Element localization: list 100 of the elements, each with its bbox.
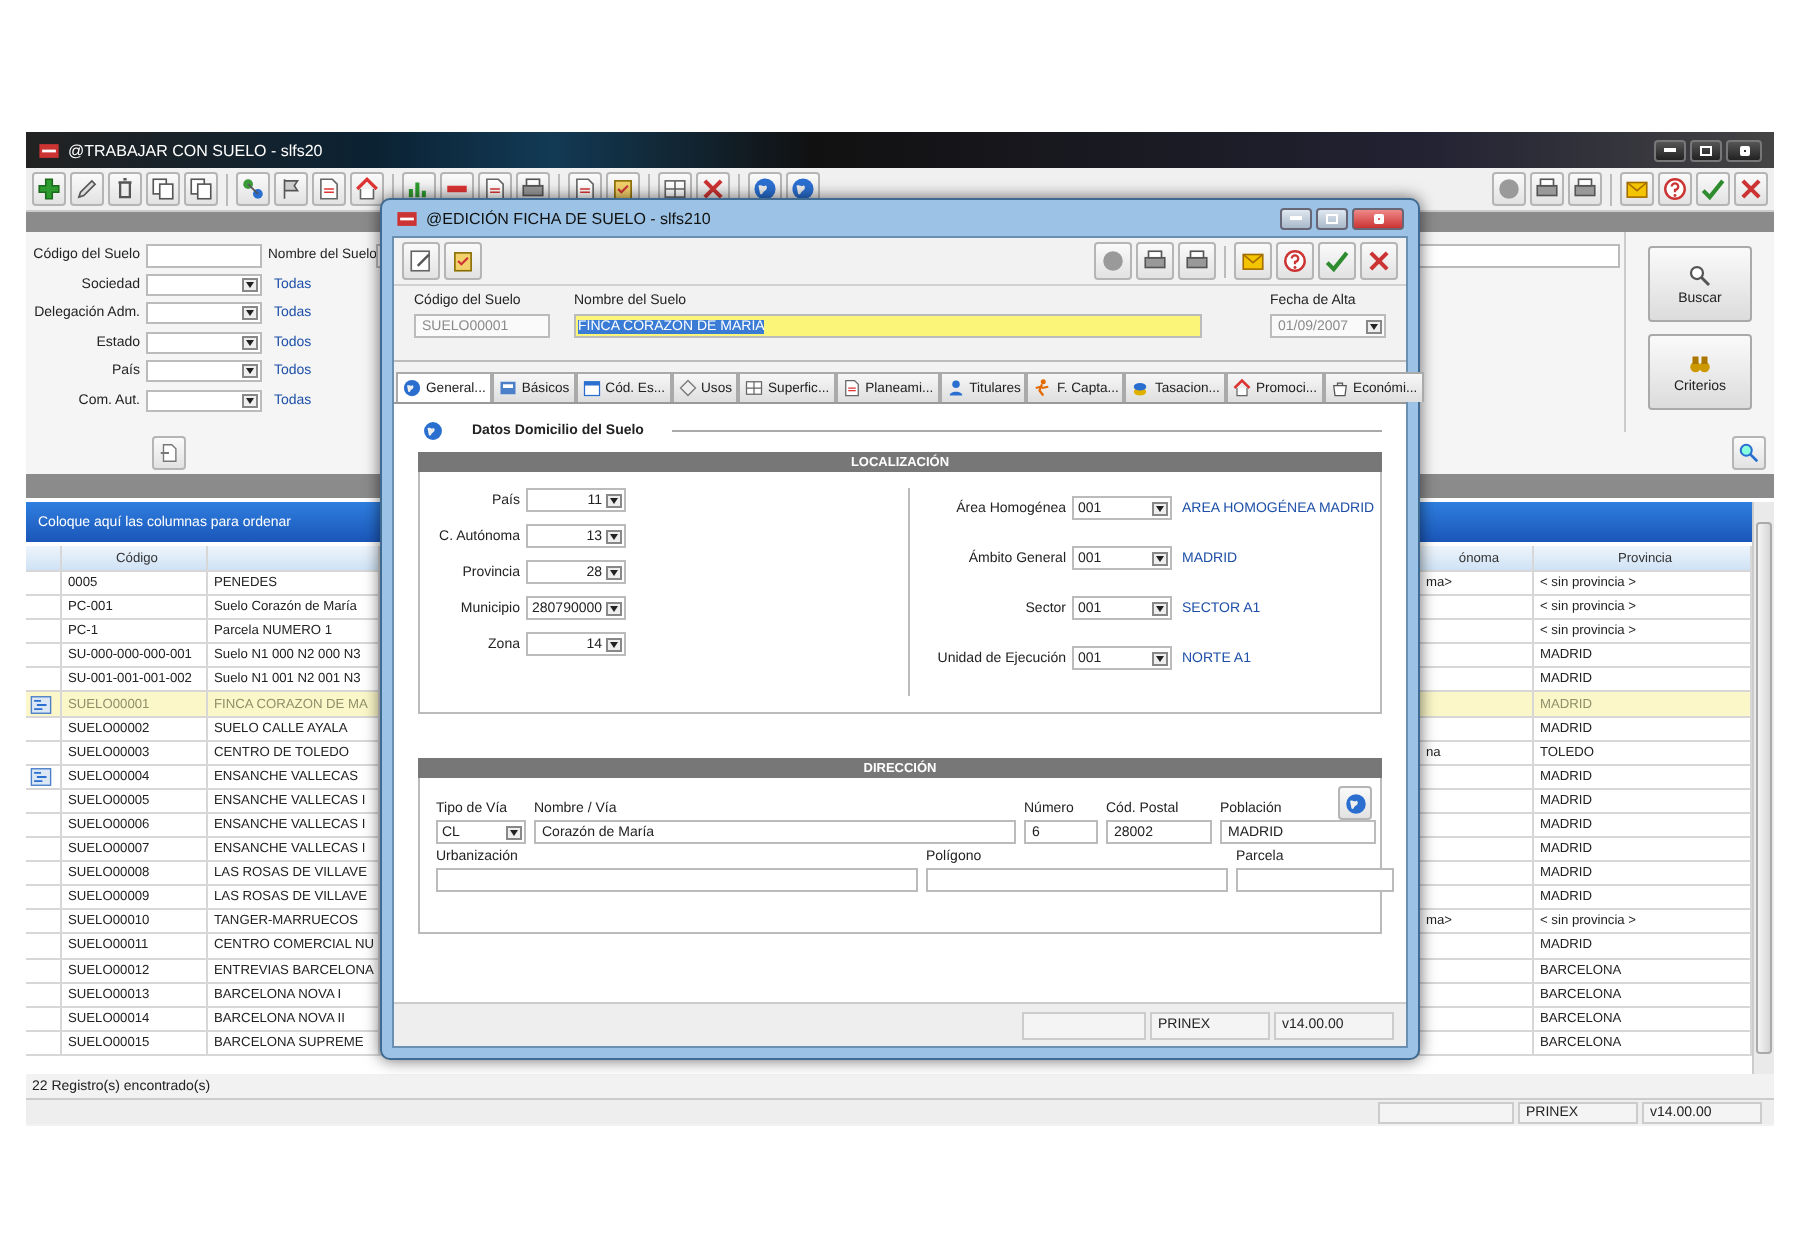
dropdown-arrow-icon xyxy=(606,529,622,543)
house-icon xyxy=(1231,378,1252,398)
clipboard-button[interactable] xyxy=(444,242,482,280)
check-button[interactable] xyxy=(1318,242,1356,280)
nodes-button[interactable] xyxy=(236,172,270,206)
trash-button[interactable] xyxy=(108,172,142,206)
dropdown[interactable] xyxy=(146,273,262,295)
grid-icon xyxy=(662,176,688,202)
dropdown-arrow-icon xyxy=(1152,601,1168,615)
printer-button[interactable] xyxy=(1136,242,1174,280)
check-button[interactable] xyxy=(1696,172,1730,206)
help-icon xyxy=(1662,176,1688,202)
app-icon xyxy=(396,207,418,229)
pencil-icon xyxy=(74,176,100,202)
globe-icon xyxy=(1343,791,1367,815)
dropdown-arrow-icon xyxy=(242,364,258,378)
envelope-button[interactable] xyxy=(1234,242,1272,280)
close-button[interactable] xyxy=(1726,139,1762,161)
coins-icon xyxy=(1130,378,1151,398)
dropdown-arrow-icon xyxy=(1366,319,1382,333)
house-button[interactable] xyxy=(350,172,384,206)
printer-icon xyxy=(1142,248,1168,274)
clipboard-icon xyxy=(450,248,476,274)
edit-button[interactable] xyxy=(402,242,440,280)
dropdown-arrow-icon xyxy=(1152,551,1168,565)
printer-icon xyxy=(1184,248,1210,274)
maximize-button[interactable] xyxy=(1690,139,1722,161)
dropdown-arrow-icon xyxy=(606,565,622,579)
dropdown[interactable] xyxy=(146,302,262,324)
document-icon xyxy=(841,378,862,398)
house-icon xyxy=(354,176,380,202)
grid-icon xyxy=(744,378,765,398)
status-panel xyxy=(1022,1011,1146,1039)
plus-button[interactable] xyxy=(32,172,66,206)
page-icon xyxy=(158,442,180,464)
copy-icon xyxy=(150,176,176,202)
minimize-button[interactable] xyxy=(1654,139,1686,161)
printer-button[interactable] xyxy=(1530,172,1564,206)
help-button[interactable] xyxy=(1276,242,1314,280)
pencil-button[interactable] xyxy=(70,172,104,206)
input-field[interactable] xyxy=(436,868,918,892)
printer-button[interactable] xyxy=(1568,172,1602,206)
page-button[interactable] xyxy=(152,436,186,470)
printer-icon xyxy=(1572,176,1598,202)
dropdown-arrow-icon xyxy=(242,277,258,291)
help-icon xyxy=(1282,248,1308,274)
document-icon xyxy=(482,176,508,202)
dropdown-arrow-icon xyxy=(506,825,522,839)
person-icon xyxy=(945,378,966,398)
binoculars-icon xyxy=(1688,351,1712,375)
scrollbar[interactable] xyxy=(1752,502,1774,1074)
document-button[interactable] xyxy=(312,172,346,206)
disc-icon xyxy=(1496,176,1522,202)
help-button[interactable] xyxy=(1658,172,1692,206)
globe-icon xyxy=(402,378,422,398)
copy-button[interactable] xyxy=(146,172,180,206)
dropdown[interactable] xyxy=(146,389,262,411)
nodes-icon xyxy=(240,176,266,202)
envelope-button[interactable] xyxy=(1620,172,1654,206)
dropdown[interactable] xyxy=(146,331,262,353)
figure-icon xyxy=(1032,378,1053,398)
input-field[interactable] xyxy=(1236,868,1394,892)
dropdown-arrow-icon xyxy=(606,601,623,615)
flag-icon xyxy=(278,176,304,202)
input-field[interactable] xyxy=(926,868,1228,892)
dropdown-arrow-icon xyxy=(606,493,622,507)
envelope-icon xyxy=(1624,176,1650,202)
close-icon xyxy=(1738,176,1764,202)
dropdown-arrow-icon xyxy=(242,306,258,320)
check-icon xyxy=(1324,248,1350,274)
dropdown-arrow-icon xyxy=(242,335,258,349)
document-icon xyxy=(316,176,342,202)
window-title: @EDICIÓN FICHA DE SUELO - slfs210 xyxy=(426,209,711,227)
search-icon xyxy=(1688,263,1712,287)
printer-icon xyxy=(1534,176,1560,202)
dropdown-arrow-icon xyxy=(606,637,622,651)
dropdown-arrow-icon xyxy=(242,393,258,407)
globe-icon xyxy=(790,176,816,202)
dropdown[interactable] xyxy=(146,360,262,382)
bag-icon xyxy=(1329,378,1350,398)
clipboard-icon xyxy=(610,176,636,202)
globe-button[interactable] xyxy=(1338,786,1372,820)
close-icon xyxy=(700,176,726,202)
panel-icon xyxy=(497,378,518,398)
close-icon xyxy=(1366,248,1392,274)
printer-icon xyxy=(520,176,546,202)
copy-button[interactable] xyxy=(184,172,218,206)
check-icon xyxy=(1700,176,1726,202)
dropdown-arrow-icon xyxy=(1152,501,1168,515)
find-button[interactable] xyxy=(1732,436,1766,470)
calendar-icon xyxy=(581,378,602,398)
input-field[interactable] xyxy=(146,243,262,267)
window-title: @TRABAJAR CON SUELO - slfs20 xyxy=(68,141,323,159)
flag-button[interactable] xyxy=(274,172,308,206)
globe-icon xyxy=(422,419,444,441)
disc-icon xyxy=(1100,248,1126,274)
edit-icon xyxy=(408,248,434,274)
printer-button[interactable] xyxy=(1178,242,1216,280)
envelope-icon xyxy=(1240,248,1266,274)
plus-icon xyxy=(36,176,62,202)
